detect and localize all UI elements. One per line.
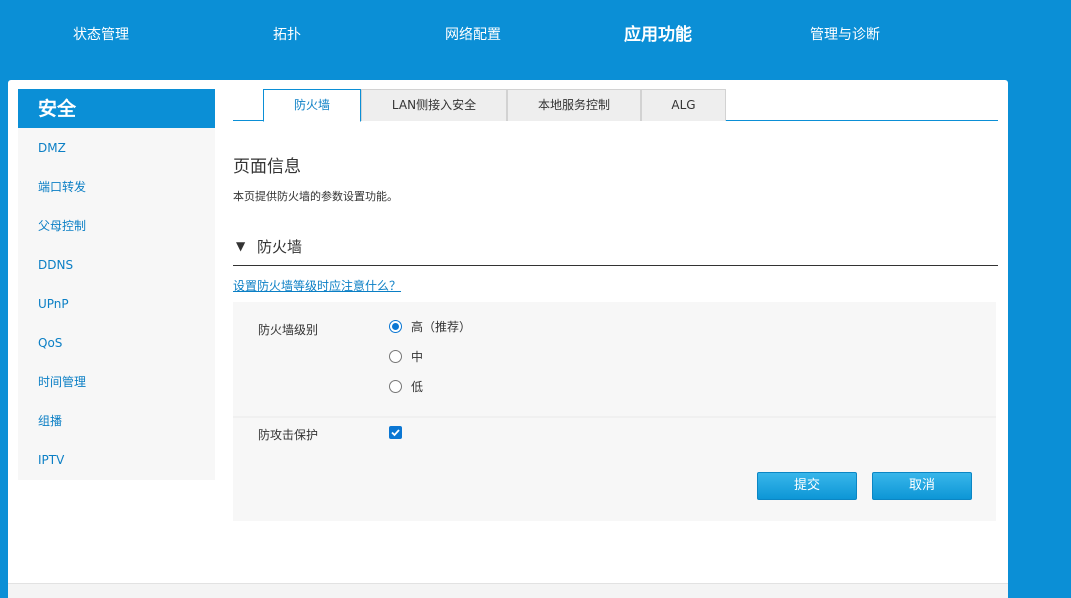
page-title: 页面信息	[233, 157, 301, 177]
radio-label-low: 低	[411, 379, 424, 394]
nav-status-management[interactable]: 状态管理	[73, 24, 129, 48]
tab-lan-access-security[interactable]: LAN侧接入安全	[361, 89, 507, 121]
firewall-level-help-link[interactable]: 设置防火墙等级时应注意什么？	[233, 277, 401, 294]
sidebar-item-parental-control[interactable]: 父母控制	[18, 206, 215, 245]
page-description: 本页提供防火墙的参数设置功能。	[233, 190, 398, 203]
radio-label-high: 高（推荐）	[411, 319, 472, 334]
radio-label-medium: 中	[411, 349, 424, 364]
sidebar-header: 安全	[18, 89, 215, 128]
sidebar-item-multicast[interactable]: 组播	[18, 401, 215, 440]
sidebar-item-time-management[interactable]: 时间管理	[18, 362, 215, 401]
radio-button[interactable]	[389, 379, 402, 393]
top-navigation: 状态管理 拓扑 网络配置 应用功能 管理与诊断	[0, 0, 1071, 80]
tab-alg[interactable]: ALG	[641, 89, 726, 121]
attack-protection-label: 防攻击保护	[258, 428, 319, 442]
firewall-section-header[interactable]: ▼ 防火墙	[233, 236, 998, 266]
collapse-triangle-icon[interactable]: ▼	[236, 239, 245, 253]
radio-level-medium[interactable]: 中	[389, 348, 423, 364]
sidebar: 安全 DMZ 端口转发 父母控制 DDNS UPnP QoS 时间管理 组播 I…	[18, 89, 215, 480]
tab-local-service-control[interactable]: 本地服务控制	[507, 89, 641, 121]
radio-level-high[interactable]: 高（推荐）	[389, 318, 471, 334]
radio-button-checked[interactable]	[389, 319, 402, 333]
sidebar-item-upnp[interactable]: UPnP	[18, 284, 215, 323]
nav-topology[interactable]: 拓扑	[273, 24, 301, 48]
submit-button[interactable]: 提交	[757, 472, 857, 500]
sidebar-item-qos[interactable]: QoS	[18, 323, 215, 362]
cancel-button[interactable]: 取消	[872, 472, 972, 500]
panel-footer	[8, 583, 1008, 598]
sidebar-item-dmz[interactable]: DMZ	[18, 128, 215, 167]
nav-management-diagnostics[interactable]: 管理与诊断	[810, 24, 880, 48]
nav-application-functions[interactable]: 应用功能	[624, 24, 692, 48]
tab-bar: 防火墙 LAN侧接入安全 本地服务控制 ALG	[233, 89, 998, 122]
radio-button[interactable]	[389, 349, 402, 363]
nav-network-config[interactable]: 网络配置	[445, 24, 501, 48]
checkmark-icon	[391, 429, 400, 437]
sidebar-item-port-forwarding[interactable]: 端口转发	[18, 167, 215, 206]
section-title: 防火墙	[257, 238, 303, 256]
attack-protection-checkbox[interactable]	[389, 426, 402, 439]
sidebar-item-ddns[interactable]: DDNS	[18, 245, 215, 284]
sidebar-item-iptv[interactable]: IPTV	[18, 440, 215, 479]
firewall-level-label: 防火墙级别	[258, 323, 319, 337]
content-panel: 安全 DMZ 端口转发 父母控制 DDNS UPnP QoS 时间管理 组播 I…	[8, 80, 1008, 598]
tab-firewall[interactable]: 防火墙	[263, 89, 361, 122]
form-divider	[233, 416, 996, 418]
radio-level-low[interactable]: 低	[389, 378, 423, 394]
